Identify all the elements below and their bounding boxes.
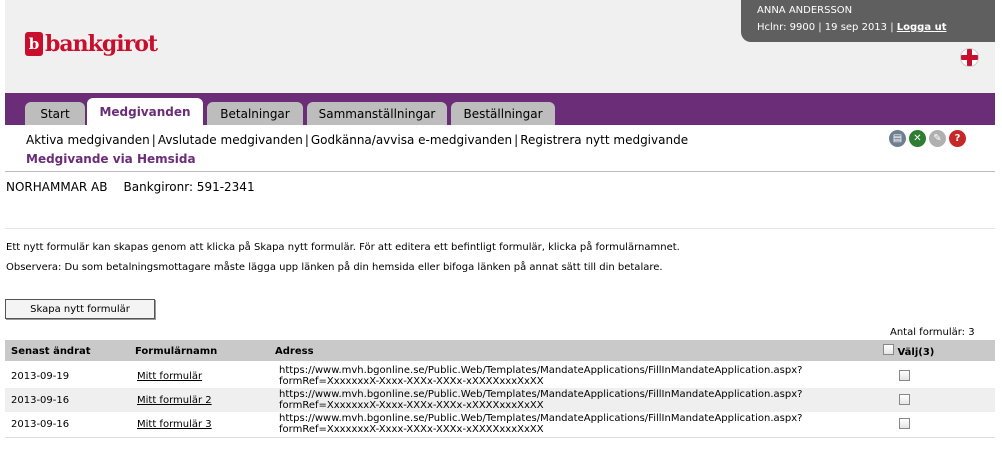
logo-mark: b xyxy=(25,32,43,56)
table-row: 2013-09-16 Mitt formulär 2 https://www.m… xyxy=(5,388,995,412)
address-line: https://www.mvh.bgonline.se/Public.Web/T… xyxy=(279,413,803,424)
select-all-label: Välj(3) xyxy=(897,347,935,358)
row-date: 2013-09-16 xyxy=(11,395,70,406)
sub-navigation: Aktiva medgivanden | Avslutade medgivanden… xyxy=(5,125,995,172)
subnav-avslutade-medgivanden[interactable]: Avslutade medgivanden xyxy=(158,133,303,147)
form-name-link[interactable]: Mitt formulär xyxy=(137,371,202,382)
excel-icon[interactable]: ✕ xyxy=(909,130,926,147)
uk-flag-icon[interactable] xyxy=(960,48,979,67)
address-line: formRef=XxxxxxxX-Xxxx-XXXx-XXXx-xXXXXxxx… xyxy=(279,376,544,387)
tab-start[interactable]: Start xyxy=(25,102,85,125)
form-count: Antal formulär: 3 xyxy=(890,327,975,338)
print-icon[interactable]: ▤ xyxy=(889,130,906,147)
table-header: Senast ändrat Formulärnamn Adress Välj(3… xyxy=(5,340,995,361)
row-checkbox[interactable] xyxy=(899,394,910,405)
logout-link[interactable]: Logga ut xyxy=(897,22,947,33)
col-header-name[interactable]: Formulärnamn xyxy=(135,346,217,357)
tab-medgivanden[interactable]: Medgivanden xyxy=(87,98,203,125)
divider xyxy=(5,228,995,229)
row-address: https://www.mvh.bgonline.se/Public.Web/T… xyxy=(279,413,802,435)
info-text-2: Observera: Du som betalningsmottagare må… xyxy=(6,262,663,273)
row-date: 2013-09-19 xyxy=(11,371,70,382)
create-form-button[interactable]: Skapa nytt formulär xyxy=(5,299,155,319)
select-all: Välj(3) xyxy=(883,344,934,358)
subnav-separator: | xyxy=(151,133,156,147)
select-all-checkbox[interactable] xyxy=(883,344,894,355)
address-line: https://www.mvh.bgonline.se/Public.Web/T… xyxy=(279,389,803,400)
pdf-icon[interactable]: ✎ xyxy=(929,130,946,147)
row-checkbox[interactable] xyxy=(899,418,910,429)
user-name: ANNA ANDERSSON xyxy=(757,5,853,16)
form-name-link[interactable]: Mitt formulär 3 xyxy=(137,419,212,430)
table-row: 2013-09-19 Mitt formulär https://www.mvh… xyxy=(5,364,995,388)
tool-icons: ▤ ✕ ✎ ? xyxy=(889,130,966,147)
col-header-address[interactable]: Adress xyxy=(275,346,314,357)
subnav-aktiva-medgivanden[interactable]: Aktiva medgivanden xyxy=(26,133,150,147)
subnav-registrera-nytt[interactable]: Registrera nytt medgivande xyxy=(520,133,688,147)
sub-links: Aktiva medgivanden | Avslutade medgivanden… xyxy=(26,133,688,147)
tab-bestallningar[interactable]: Beställningar xyxy=(451,102,555,125)
logo-text: bankgirot xyxy=(45,31,158,57)
company-name: NORHAMMAR AB xyxy=(6,180,108,194)
company-line: NORHAMMAR AB Bankgironr: 591-2341 xyxy=(6,180,255,194)
tab-sammanstallningar[interactable]: Sammanställningar xyxy=(307,102,447,125)
help-icon[interactable]: ? xyxy=(949,130,966,147)
info-text-1: Ett nytt formulär kan skapas genom att k… xyxy=(6,242,680,253)
form-name-link[interactable]: Mitt formulär 2 xyxy=(137,395,212,406)
tab-betalningar[interactable]: Betalningar xyxy=(207,102,303,125)
subnav-godkanna-avvisa[interactable]: Godkänna/avvisa e-medgivanden xyxy=(311,133,512,147)
address-line: formRef=XxxxxxxX-Xxxx-XXXx-XXXx-xXXXXxxx… xyxy=(279,400,544,411)
row-checkbox[interactable] xyxy=(899,370,910,381)
subnav-separator: | xyxy=(304,133,309,147)
table-row: 2013-09-16 Mitt formulär 3 https://www.m… xyxy=(5,412,995,436)
user-info: Hclnr: 9900 | 19 sep 2013 | Logga ut xyxy=(757,22,946,33)
row-date: 2013-09-16 xyxy=(11,419,70,430)
main-tab-bar: Start Medgivanden Betalningar Sammanstäl… xyxy=(5,93,995,125)
bankgirot-logo[interactable]: b bankgirot xyxy=(25,31,158,57)
row-address: https://www.mvh.bgonline.se/Public.Web/T… xyxy=(279,365,802,387)
user-details: Hclnr: 9900 | 19 sep 2013 | xyxy=(757,22,894,33)
bankgiro-number: Bankgironr: 591-2341 xyxy=(123,180,255,194)
subnav-separator: | xyxy=(514,133,519,147)
subnav-medgivande-via-hemsida[interactable]: Medgivande via Hemsida xyxy=(26,152,196,166)
address-line: formRef=XxxxxxxX-Xxxx-XXXx-XXXx-xXXXXxxx… xyxy=(279,424,544,435)
address-line: https://www.mvh.bgonline.se/Public.Web/T… xyxy=(279,365,803,376)
col-header-date[interactable]: Senast ändrat xyxy=(11,346,91,357)
user-panel: ANNA ANDERSSON Hclnr: 9900 | 19 sep 2013… xyxy=(741,0,995,42)
row-address: https://www.mvh.bgonline.se/Public.Web/T… xyxy=(279,389,802,411)
table-bottom-border xyxy=(5,437,995,438)
